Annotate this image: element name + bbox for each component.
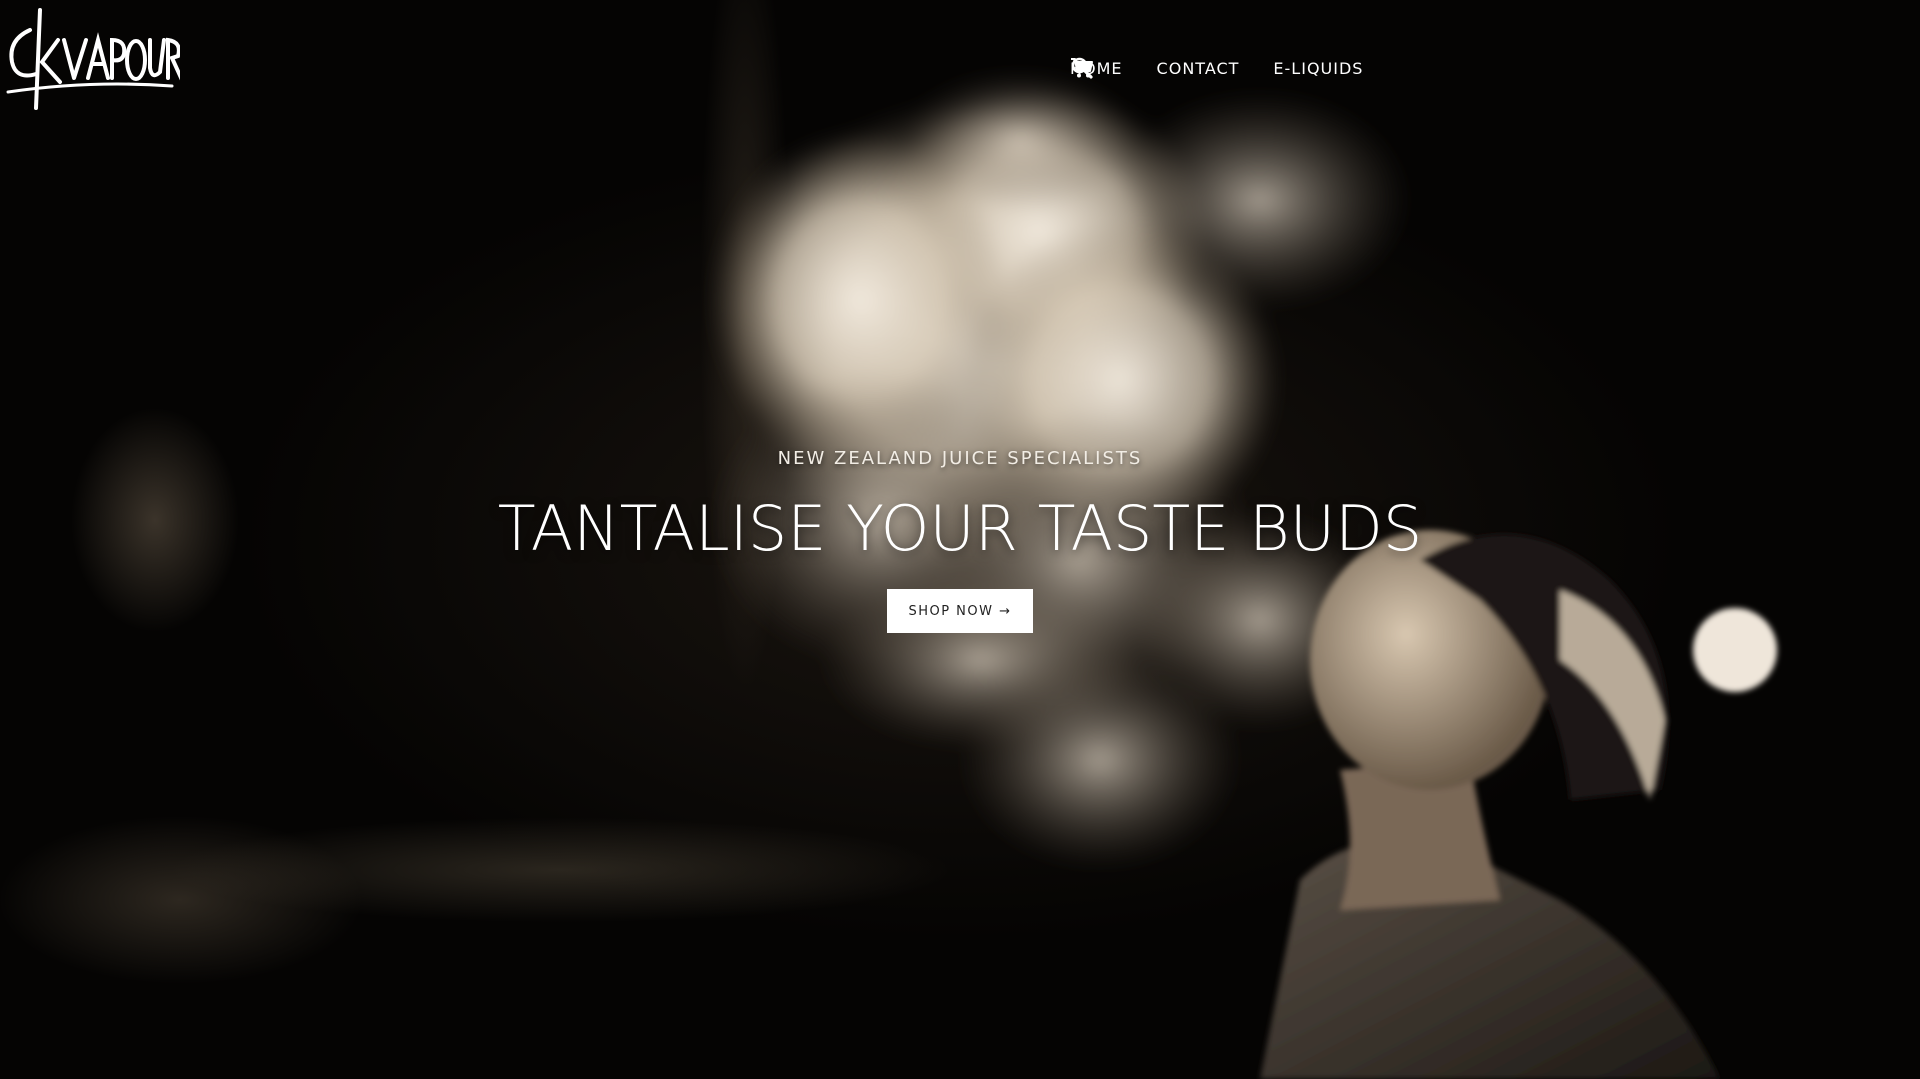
search-icon[interactable] — [1071, 56, 1421, 80]
hero-kicker: NEW ZEALAND JUICE SPECIALISTS — [777, 448, 1143, 469]
brand-logo[interactable] — [0, 0, 180, 110]
person — [1260, 530, 1777, 1079]
nav-e-liquids[interactable]: E-LIQUIDS — [1273, 59, 1363, 78]
vapour-cloud — [710, 70, 1410, 870]
hero-banner: HOME CONTACT E-LIQUIDS NEW ZEALAND JUICE… — [0, 0, 1920, 1079]
main-nav: HOME CONTACT E-LIQUIDS — [1070, 56, 1479, 80]
hero-headline: TANTALISE YOUR TASTE BUDS — [497, 492, 1423, 565]
shop-now-button[interactable]: SHOP NOW → — [887, 589, 1033, 633]
cart-icon[interactable] — [1071, 56, 1479, 80]
nav-contact[interactable]: CONTACT — [1157, 59, 1240, 78]
